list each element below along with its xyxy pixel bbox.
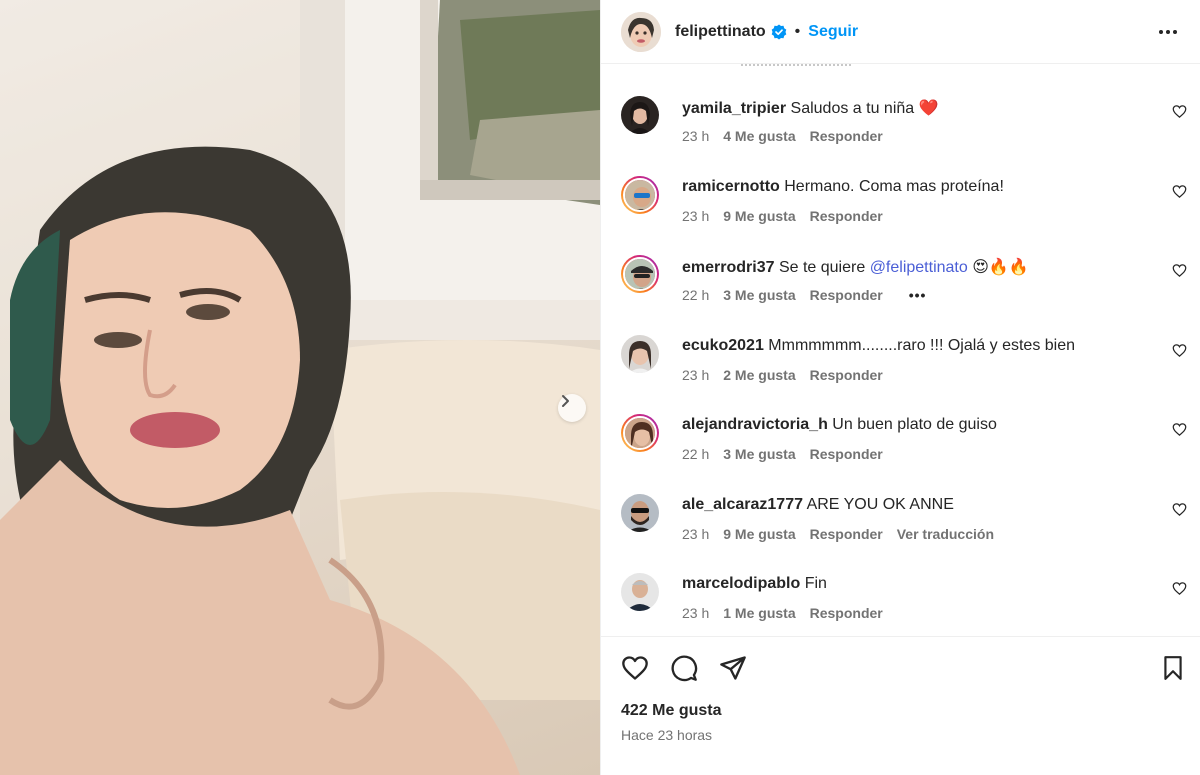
post-timestamp[interactable]: Hace 23 horas xyxy=(621,727,712,743)
comment-body: Mmmmmmm........raro !!! Ojalá y estes bi… xyxy=(768,337,1076,354)
reply-button[interactable]: Responder xyxy=(810,367,883,383)
emoji-reaction: 😍🔥🔥 xyxy=(972,259,1029,276)
comment-time: 23 h xyxy=(682,128,710,144)
comment-text: ale_alcaraz1777 ARE YOU OK ANNE xyxy=(682,496,954,514)
comment-item: ecuko2021 Mmmmmmm........raro !!! Ojalá … xyxy=(601,335,1200,415)
comment-time: 22 h xyxy=(682,446,710,462)
commenter-avatar-story-ring[interactable] xyxy=(621,176,659,214)
reply-button[interactable]: Responder xyxy=(810,128,883,144)
comment-item: ramicernotto Hermano. Coma mas proteína!… xyxy=(601,176,1200,256)
post-actions-bar xyxy=(601,636,1200,698)
comment-icon[interactable] xyxy=(670,654,698,682)
reply-button[interactable]: Responder xyxy=(810,526,883,542)
comment-meta: 22 h 3 Me gusta Responder xyxy=(682,446,883,462)
follow-button[interactable]: Seguir xyxy=(808,23,858,41)
post-header: felipettinato • Seguir xyxy=(601,0,1200,64)
comment-likes[interactable]: 3 Me gusta xyxy=(723,287,795,303)
bookmark-icon[interactable] xyxy=(1160,654,1186,682)
comment-likes[interactable]: 9 Me gusta xyxy=(723,526,795,542)
comment-like-heart-icon[interactable] xyxy=(1172,263,1187,278)
reply-button[interactable]: Responder xyxy=(810,605,883,621)
comment-text: emerrodri37 Se te quiere @felipettinato … xyxy=(682,257,1029,277)
comment-likes[interactable]: 4 Me gusta xyxy=(723,128,795,144)
comment-text: marcelodipablo Fin xyxy=(682,575,827,593)
comment-item: yamila_tripier Saludos a tu niña ❤️ 23 h… xyxy=(601,96,1200,176)
comment-username[interactable]: yamila_tripier xyxy=(682,100,786,117)
comment-username[interactable]: marcelodipablo xyxy=(682,575,800,592)
comment-options-icon[interactable]: ••• xyxy=(909,287,927,303)
comment-like-heart-icon[interactable] xyxy=(1172,502,1187,517)
commenter-avatar-story-ring[interactable] xyxy=(621,414,659,452)
commenter-avatar-story-ring[interactable] xyxy=(621,255,659,293)
commenter-avatar[interactable] xyxy=(621,335,659,373)
comment-item: alejandravictoria_h Un buen plato de gui… xyxy=(601,414,1200,494)
comment-time: 23 h xyxy=(682,208,710,224)
author-username[interactable]: felipettinato xyxy=(675,23,766,41)
comment-meta: 23 h 4 Me gusta Responder xyxy=(682,128,883,144)
comment-meta: 23 h 9 Me gusta Responder Ver traducción xyxy=(682,526,994,542)
comment-body: Un buen plato de guiso xyxy=(832,416,997,433)
heart-emoji: ❤️ xyxy=(918,100,939,117)
comment-item: emerrodri37 Se te quiere @felipettinato … xyxy=(601,255,1200,335)
commenter-avatar[interactable] xyxy=(621,96,659,134)
comment-time: 23 h xyxy=(682,367,710,383)
verified-badge-icon xyxy=(771,24,787,40)
reply-button[interactable]: Responder xyxy=(810,208,883,224)
comment-like-heart-icon[interactable] xyxy=(1172,581,1187,596)
heart-icon[interactable] xyxy=(621,654,649,682)
share-icon[interactable] xyxy=(719,654,747,682)
comment-meta: 23 h 9 Me gusta Responder xyxy=(682,208,883,224)
comment-likes[interactable]: 9 Me gusta xyxy=(723,208,795,224)
comment-text: ramicernotto Hermano. Coma mas proteína! xyxy=(682,178,1004,196)
comment-item: marcelodipablo Fin 23 h 1 Me gusta Respo… xyxy=(601,573,1200,636)
reply-button[interactable]: Responder xyxy=(810,287,883,303)
comment-time: 22 h xyxy=(682,287,710,303)
comment-likes[interactable]: 2 Me gusta xyxy=(723,367,795,383)
comment-username[interactable]: ecuko2021 xyxy=(682,337,764,354)
comment-body: ARE YOU OK ANNE xyxy=(806,496,954,513)
comment-meta: 23 h 2 Me gusta Responder xyxy=(682,367,883,383)
comment-username[interactable]: ale_alcaraz1777 xyxy=(682,496,803,513)
comment-body: Fin xyxy=(804,575,827,592)
more-options-icon[interactable] xyxy=(1156,20,1180,44)
comments-list[interactable]: yamila_tripier Saludos a tu niña ❤️ 23 h… xyxy=(601,64,1200,636)
mention-link[interactable]: @felipettinato xyxy=(870,259,968,276)
post-panel: felipettinato • Seguir yamila_tripier Sa… xyxy=(600,0,1200,775)
separator-dot: • xyxy=(794,22,801,40)
comment-like-heart-icon[interactable] xyxy=(1172,184,1187,199)
comment-item: ale_alcaraz1777 ARE YOU OK ANNE 23 h 9 M… xyxy=(601,494,1200,574)
comment-text: yamila_tripier Saludos a tu niña ❤️ xyxy=(682,98,939,118)
see-translation-button[interactable]: Ver traducción xyxy=(897,526,994,542)
comment-text: alejandravictoria_h Un buen plato de gui… xyxy=(682,416,997,434)
comment-time: 23 h xyxy=(682,526,710,542)
comment-meta: 23 h 1 Me gusta Responder xyxy=(682,605,883,621)
carousel-next-button[interactable] xyxy=(558,394,586,422)
commenter-avatar[interactable] xyxy=(621,573,659,611)
comment-body: Hermano. Coma mas proteína! xyxy=(784,178,1004,195)
comment-text: ecuko2021 Mmmmmmm........raro !!! Ojalá … xyxy=(682,337,1075,355)
comment-like-heart-icon[interactable] xyxy=(1172,104,1187,119)
commenter-avatar[interactable] xyxy=(621,494,659,532)
comment-username[interactable]: emerrodri37 xyxy=(682,259,775,276)
comment-meta: 22 h 3 Me gusta Responder ••• xyxy=(682,287,926,303)
post-photo xyxy=(0,0,600,775)
comment-like-heart-icon[interactable] xyxy=(1172,343,1187,358)
comment-username[interactable]: alejandravictoria_h xyxy=(682,416,828,433)
comment-likes[interactable]: 3 Me gusta xyxy=(723,446,795,462)
likes-count[interactable]: 422 Me gusta xyxy=(621,702,721,720)
comment-body: Se te quiere xyxy=(778,259,866,276)
author-avatar[interactable] xyxy=(621,11,661,52)
comment-likes[interactable]: 1 Me gusta xyxy=(723,605,795,621)
comment-username[interactable]: ramicernotto xyxy=(682,178,780,195)
reply-button[interactable]: Responder xyxy=(810,446,883,462)
comment-like-heart-icon[interactable] xyxy=(1172,422,1187,437)
comment-body: Saludos a tu niña xyxy=(790,100,915,117)
selfie-image xyxy=(0,0,600,775)
comment-time: 23 h xyxy=(682,605,710,621)
clipped-previous-comment xyxy=(741,64,851,68)
